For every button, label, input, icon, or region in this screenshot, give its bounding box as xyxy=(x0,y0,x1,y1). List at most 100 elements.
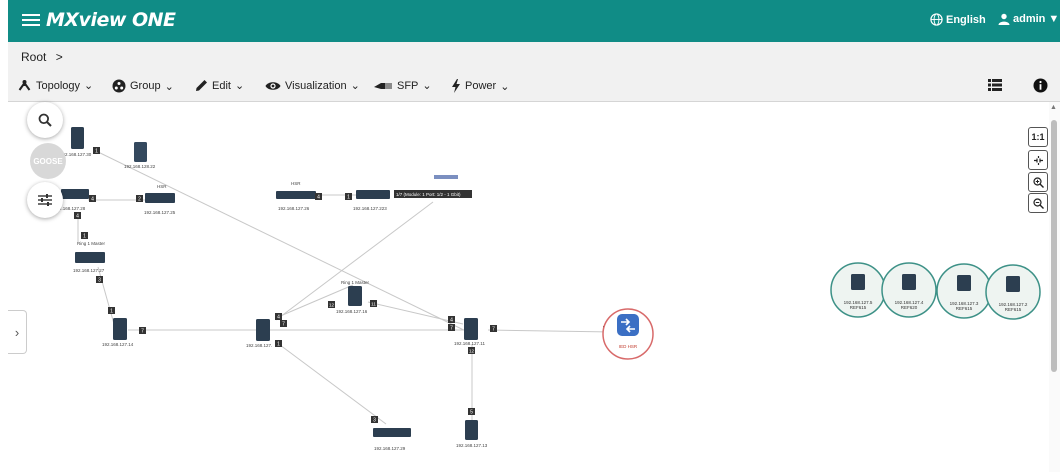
ref-device-model: REF615 xyxy=(850,305,867,310)
switch-device-icon[interactable] xyxy=(348,286,362,306)
filter-settings-button[interactable] xyxy=(27,182,63,218)
language-label: English xyxy=(946,13,986,26)
toolbar: Topology ⌄ Group ⌄ Edit ⌄ Visualization … xyxy=(8,71,1060,102)
port-number: 4 xyxy=(450,318,453,324)
ref-device-model: REF620 xyxy=(901,305,918,310)
port-number: 4 xyxy=(91,197,94,203)
port-number: 4 xyxy=(317,195,320,201)
link-line[interactable] xyxy=(275,341,387,425)
ref-device-model: REF615 xyxy=(956,306,973,311)
zoom-out-button[interactable] xyxy=(1028,193,1048,213)
sfp-icon xyxy=(374,82,392,89)
fit-screen-icon xyxy=(1033,155,1043,165)
rack-switch-icon[interactable] xyxy=(61,189,89,199)
switch-device-icon[interactable] xyxy=(113,318,127,340)
fit-to-screen-button[interactable] xyxy=(1028,150,1048,170)
port-number: 1 xyxy=(110,309,113,315)
port-number: 7 xyxy=(450,326,453,332)
topology-icon xyxy=(18,80,31,91)
link-line[interactable] xyxy=(487,329,614,333)
port-number: 5 xyxy=(470,410,473,416)
device-ip-label: 192.168.127.29 xyxy=(374,446,406,451)
power-label: Power xyxy=(465,80,497,92)
visualization-menu[interactable]: Visualization ⌄ xyxy=(265,79,360,92)
chevron-down-icon: ⌄ xyxy=(164,80,174,93)
menu-icon[interactable] xyxy=(22,11,40,31)
port-number: 7 xyxy=(282,322,285,328)
ref-device-icon xyxy=(851,274,865,290)
rack-switch-icon[interactable] xyxy=(356,190,390,199)
group-label: Group xyxy=(130,80,161,92)
ref-devices[interactable]: 192.168.127.5 REF615 192.168.127.4 REF62… xyxy=(830,262,1041,320)
chevron-down-icon: ⌄ xyxy=(84,80,94,92)
zoom-in-button[interactable] xyxy=(1028,172,1048,192)
info-button[interactable] xyxy=(1033,78,1048,98)
ref-device-icon xyxy=(902,274,916,290)
module-tooltip-text: 1/7 (Module: 1 Port: 1/2 - 1 Gbit) xyxy=(396,192,461,197)
rack-switch-icon[interactable] xyxy=(373,428,411,437)
goose-button[interactable]: GOOSE xyxy=(30,143,66,179)
ring-master-tag: Ring 1 Master xyxy=(77,241,106,246)
ref-device-node[interactable]: 192.168.127.2 REF615 xyxy=(985,264,1041,320)
link-line[interactable] xyxy=(97,266,115,325)
edit-menu[interactable]: Edit ⌄ xyxy=(195,79,244,92)
port-number: 1 xyxy=(95,149,98,155)
group-icon xyxy=(112,79,126,93)
breadcrumb-root[interactable]: Root > xyxy=(21,50,63,64)
sfp-menu[interactable]: SFP ⌄ xyxy=(373,79,432,92)
globe-icon xyxy=(930,13,943,26)
side-panel-toggle[interactable]: › xyxy=(8,310,27,354)
list-view-button[interactable] xyxy=(988,78,1002,97)
user-menu[interactable]: admin ▼ xyxy=(998,13,1059,25)
scroll-up-arrow-icon[interactable]: ▲ xyxy=(1050,104,1057,111)
group-menu[interactable]: Group ⌄ xyxy=(112,79,174,93)
zoom-reset-button[interactable]: 1:1 xyxy=(1028,127,1048,147)
port-number: 2 xyxy=(138,197,141,203)
topology-menu[interactable]: Topology ⌄ xyxy=(17,79,93,92)
port-badges: 1 4 2 4 1 4 1 3 1 7 4 7 1 12 11 4 7 7 12… xyxy=(74,147,610,424)
user-icon xyxy=(998,13,1010,25)
language-selector[interactable]: English xyxy=(930,13,986,26)
port-number: 4 xyxy=(76,214,79,220)
rack-switch-icon[interactable] xyxy=(75,252,105,263)
breadcrumb-separator: > xyxy=(55,50,63,64)
chevron-down-icon: ⌄ xyxy=(234,80,245,92)
switch-device-icon[interactable] xyxy=(464,318,478,340)
topology-canvas[interactable]: 192.168.127.30 192.168.128.22 192.168.12… xyxy=(8,102,1060,472)
topology-map[interactable]: 192.168.127.30 192.168.128.22 192.168.12… xyxy=(8,102,1060,472)
switch-device-icon[interactable] xyxy=(465,420,478,440)
device-ip-label: 192.168.127.25 xyxy=(144,210,176,215)
port-number: 4 xyxy=(277,315,280,321)
ref-device-node[interactable]: 192.168.127.5 REF615 xyxy=(830,262,886,318)
switch-device-icon[interactable] xyxy=(71,127,84,149)
info-icon xyxy=(1033,78,1048,93)
top-app-bar: MXview ONE English admin ▼ xyxy=(8,0,1060,42)
vertical-scrollbar[interactable]: ▲ xyxy=(1049,102,1060,472)
port-number: 11 xyxy=(371,302,376,307)
link-line[interactable] xyxy=(93,149,475,336)
rack-switch-icon[interactable] xyxy=(276,191,316,199)
pencil-icon xyxy=(196,80,207,91)
switch-device-icon[interactable] xyxy=(134,142,147,162)
device-ip-label: IED HSR xyxy=(619,344,638,349)
sfp-label: SFP xyxy=(397,79,419,92)
ref-device-node[interactable]: 192.168.127.4 REF620 xyxy=(881,262,937,318)
port-number: 7 xyxy=(492,327,495,333)
scroll-thumb[interactable] xyxy=(1051,120,1057,372)
network-devices[interactable] xyxy=(61,127,478,440)
port-number: 12 xyxy=(329,303,335,308)
sfp-module-icon[interactable] xyxy=(434,175,458,179)
rack-switch-icon[interactable] xyxy=(145,193,175,203)
ref-device-icon xyxy=(1006,276,1020,292)
switch-device-icon[interactable] xyxy=(256,319,270,341)
ied-hsr-node[interactable]: IED HSR xyxy=(602,308,654,360)
chevron-down-icon: ⌄ xyxy=(350,80,360,92)
search-button[interactable] xyxy=(27,102,63,138)
breadcrumb-root-label: Root xyxy=(21,50,47,64)
zoom-in-icon xyxy=(1032,176,1044,188)
eye-icon xyxy=(265,81,281,90)
port-number: 7 xyxy=(141,329,144,335)
ref-device-node[interactable]: 192.168.127.3 REF615 xyxy=(936,263,992,319)
port-number: 3 xyxy=(373,418,376,424)
power-menu[interactable]: Power ⌄ xyxy=(451,79,509,93)
